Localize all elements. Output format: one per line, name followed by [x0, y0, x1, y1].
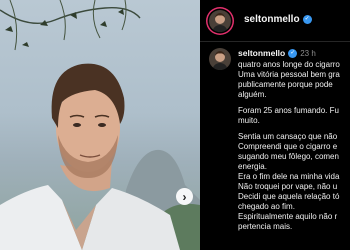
caption-line: chegado ao fim. [238, 202, 295, 211]
eye-left-shape [73, 123, 81, 127]
post-side-panel: seltonmello ✓ seltonmello ✓ 23 h quatro ano… [200, 0, 350, 250]
eye-right-shape [98, 123, 106, 127]
verified-badge-icon: ✓ [288, 49, 298, 59]
caption-line: sugando meu fôlego, comen [238, 152, 339, 161]
photo-illustration [0, 0, 200, 250]
caption-line: Foram 25 anos fumando. Fu [238, 106, 339, 115]
header-avatar[interactable] [209, 10, 231, 32]
branch-shape [0, 7, 141, 24]
verified-badge-icon: ✓ [302, 14, 312, 24]
caption-line: muito. [238, 116, 260, 125]
caption-header: seltonmello ✓ 23 h [238, 48, 350, 60]
caption-line: alguém. [238, 90, 267, 99]
caption-line: Era o fim dele na minha vida [238, 172, 340, 181]
post-timestamp[interactable]: 23 h [300, 49, 316, 58]
carousel-next-button[interactable]: › [176, 188, 193, 205]
caption-line: Compreendi que o cigarro e [238, 142, 338, 151]
header-username[interactable]: seltonmello ✓ [244, 14, 312, 25]
caption-line: Decidi que aquela relação tó [238, 192, 340, 201]
caption-line: Espiritualmente aquilo não r [238, 212, 338, 221]
chevron-right-icon: › [182, 189, 187, 204]
header-username-text[interactable]: seltonmello [244, 14, 300, 25]
post-header: seltonmello ✓ [200, 0, 350, 42]
caption-avatar[interactable] [209, 48, 231, 70]
caption-line: Sentia um cansaço que não [238, 132, 338, 141]
caption-line: quatro anos longe do cigarro [238, 60, 340, 69]
caption-line: energia. [238, 162, 267, 171]
post-photo: › [0, 0, 200, 250]
caption: seltonmello ✓ 23 h quatro anos longe do ci… [238, 48, 350, 232]
caption-line: publicamente porque pode [238, 80, 333, 89]
caption-username[interactable]: seltonmello [238, 48, 285, 58]
caption-line: Não troquei por vape, não u [238, 182, 338, 191]
caption-line: pertencia mais. [238, 222, 293, 231]
caption-line: Uma vitória pessoal bem gra [238, 70, 340, 79]
